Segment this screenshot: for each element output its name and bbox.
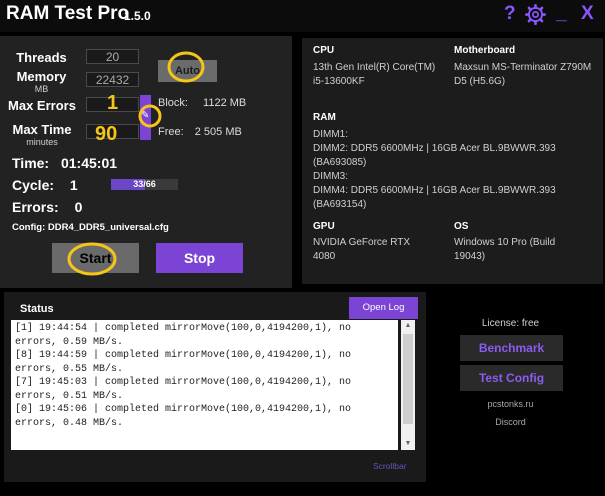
pencil-highlight-circle [138,104,162,128]
auto-highlight-circle [167,51,205,83]
max-errors-annotation: 1 [107,92,118,114]
start-highlight-circle [67,242,117,276]
annotation-overlay: 1 90 [67,51,205,276]
max-time-annotation: 90 [95,123,117,145]
